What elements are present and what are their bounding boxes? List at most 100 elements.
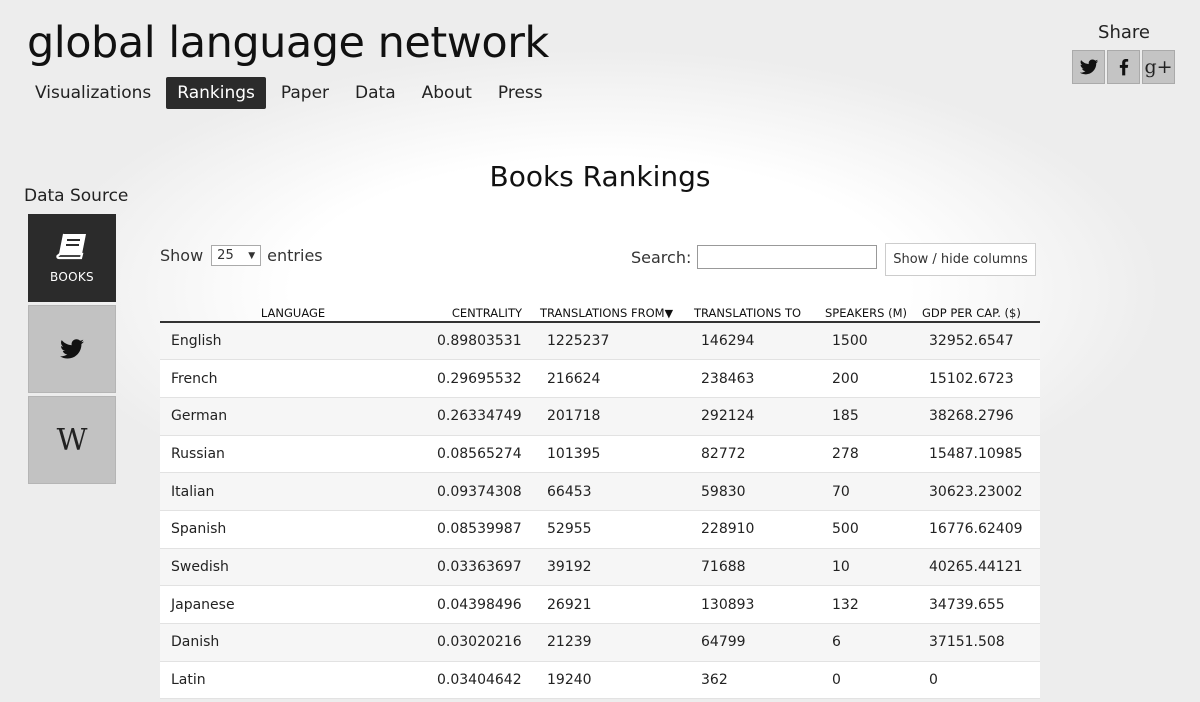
nav-data[interactable]: Data [344,77,407,109]
share-google-plus-button[interactable]: g+ [1142,50,1175,84]
cell-language: Swedish [160,548,426,587]
main-nav: Visualizations Rankings Paper Data About… [24,77,558,109]
show-label: Show [160,246,204,265]
nav-about[interactable]: About [411,77,483,109]
cell-translations-to: 59830 [690,472,821,511]
table-body: English 0.89803531 1225237 146294 1500 32952.… [160,322,1040,700]
table-row: French 0.29695532 216624 238463 200 15102.672… [160,359,1040,398]
data-source-wikipedia-tab[interactable]: W [28,396,116,484]
cell-translations-from: 26921 [536,585,690,624]
nav-paper[interactable]: Paper [270,77,340,109]
cell-speakers: 278 [821,435,918,474]
nav-visualizations[interactable]: Visualizations [24,77,162,109]
cell-gdp: 40265.44121 [918,548,1040,587]
col-header-language[interactable]: LANGUAGE [160,303,426,323]
table-header-row: LANGUAGE CENTRALITY TRANSLATIONS FROM▼ T… [160,303,1040,323]
col-header-speakers-label: SPEAKERS (M) [825,306,908,320]
page-title: Books Rankings [489,160,711,193]
cell-centrality: 0.26334749 [426,397,536,436]
col-header-language-label: LANGUAGE [260,306,326,320]
cell-translations-to: 130893 [690,585,821,624]
cell-language: Latin [160,661,426,700]
cell-translations-to: 64799 [690,623,821,662]
cell-gdp: 15102.6723 [918,359,1040,398]
data-source-twitter-tab[interactable] [28,305,116,393]
search-control: Search: [631,245,878,269]
cell-language: English [160,322,426,361]
entries-select[interactable]: 25 ▼ [211,245,262,266]
twitter-icon [1079,59,1098,75]
col-header-translations-to-label: TRANSLATIONS TO [694,306,802,320]
entries-select-value: 25 [217,248,234,263]
cell-language: Italian [160,472,426,511]
cell-centrality: 0.09374308 [426,472,536,511]
cell-speakers: 132 [821,585,918,624]
col-header-translations-from-label: TRANSLATIONS FROM [540,306,665,320]
sort-desc-icon: ▼ [664,307,674,320]
col-header-translations-to[interactable]: TRANSLATIONS TO [690,303,821,323]
table-row: Russian 0.08565274 101395 82772 278 15487.109… [160,435,1040,474]
cell-language: Spanish [160,510,426,549]
cell-speakers: 10 [821,548,918,587]
cell-gdp: 30623.23002 [918,472,1040,511]
cell-translations-from: 201718 [536,397,690,436]
select-arrow-icon: ▼ [248,250,256,261]
col-header-translations-from[interactable]: TRANSLATIONS FROM▼ [536,303,690,323]
cell-translations-from: 66453 [536,472,690,511]
cell-translations-from: 21239 [536,623,690,662]
share-buttons: g+ [1072,50,1176,84]
search-label: Search: [631,247,692,267]
table-row: Spanish 0.08539987 52955 228910 500 16776.624… [160,510,1040,549]
cell-gdp: 0 [918,661,1040,700]
cell-translations-from: 1225237 [536,322,690,361]
cell-language: Japanese [160,585,426,624]
table-row: German 0.26334749 201718 292124 185 38268.279… [160,397,1040,436]
share-twitter-button[interactable] [1072,50,1105,84]
cell-centrality: 0.29695532 [426,359,536,398]
cell-centrality: 0.03020216 [426,623,536,662]
cell-gdp: 34739.655 [918,585,1040,624]
col-header-speakers[interactable]: SPEAKERS (M) [821,303,918,323]
cell-speakers: 185 [821,397,918,436]
share-label: Share [1098,22,1150,43]
entries-control: Show 25 ▼ entries [160,245,323,266]
books-tab-label: BOOKS [50,270,94,284]
cell-gdp: 38268.2796 [918,397,1040,436]
cell-translations-from: 39192 [536,548,690,587]
cell-translations-to: 292124 [690,397,821,436]
cell-gdp: 37151.508 [918,623,1040,662]
cell-speakers: 200 [821,359,918,398]
cell-centrality: 0.03363697 [426,548,536,587]
rankings-table: LANGUAGE CENTRALITY TRANSLATIONS FROM▼ T… [160,303,1040,700]
search-input[interactable] [697,245,878,269]
cell-speakers: 1500 [821,322,918,361]
cell-translations-to: 362 [690,661,821,700]
nav-press[interactable]: Press [487,77,554,109]
cell-translations-from: 216624 [536,359,690,398]
entries-label: entries [267,246,323,265]
cell-speakers: 0 [821,661,918,700]
cell-speakers: 70 [821,472,918,511]
site-title[interactable]: global language network [27,18,549,68]
cell-language: Russian [160,435,426,474]
cell-centrality: 0.08565274 [426,435,536,474]
cell-translations-to: 238463 [690,359,821,398]
cell-translations-to: 146294 [690,322,821,361]
nav-rankings[interactable]: Rankings [166,77,266,109]
book-icon [56,233,86,260]
table-row: Italian 0.09374308 66453 59830 70 30623.23002 [160,472,1040,511]
col-header-centrality[interactable]: CENTRALITY [426,303,536,323]
share-facebook-button[interactable] [1107,50,1140,84]
cell-translations-from: 52955 [536,510,690,549]
data-source-books-tab[interactable]: BOOKS [28,214,116,302]
col-header-centrality-label: CENTRALITY [451,306,522,320]
cell-speakers: 500 [821,510,918,549]
show-hide-columns-button[interactable]: Show / hide columns [885,243,1036,276]
table-row: Danish 0.03020216 21239 64799 6 37151.508 [160,623,1040,662]
cell-speakers: 6 [821,623,918,662]
cell-gdp: 16776.62409 [918,510,1040,549]
cell-gdp: 15487.10985 [918,435,1040,474]
col-header-gdp[interactable]: GDP PER CAP. ($) [918,303,1040,323]
table-row: Japanese 0.04398496 26921 130893 132 34739.65… [160,585,1040,624]
twitter-icon [60,339,84,359]
